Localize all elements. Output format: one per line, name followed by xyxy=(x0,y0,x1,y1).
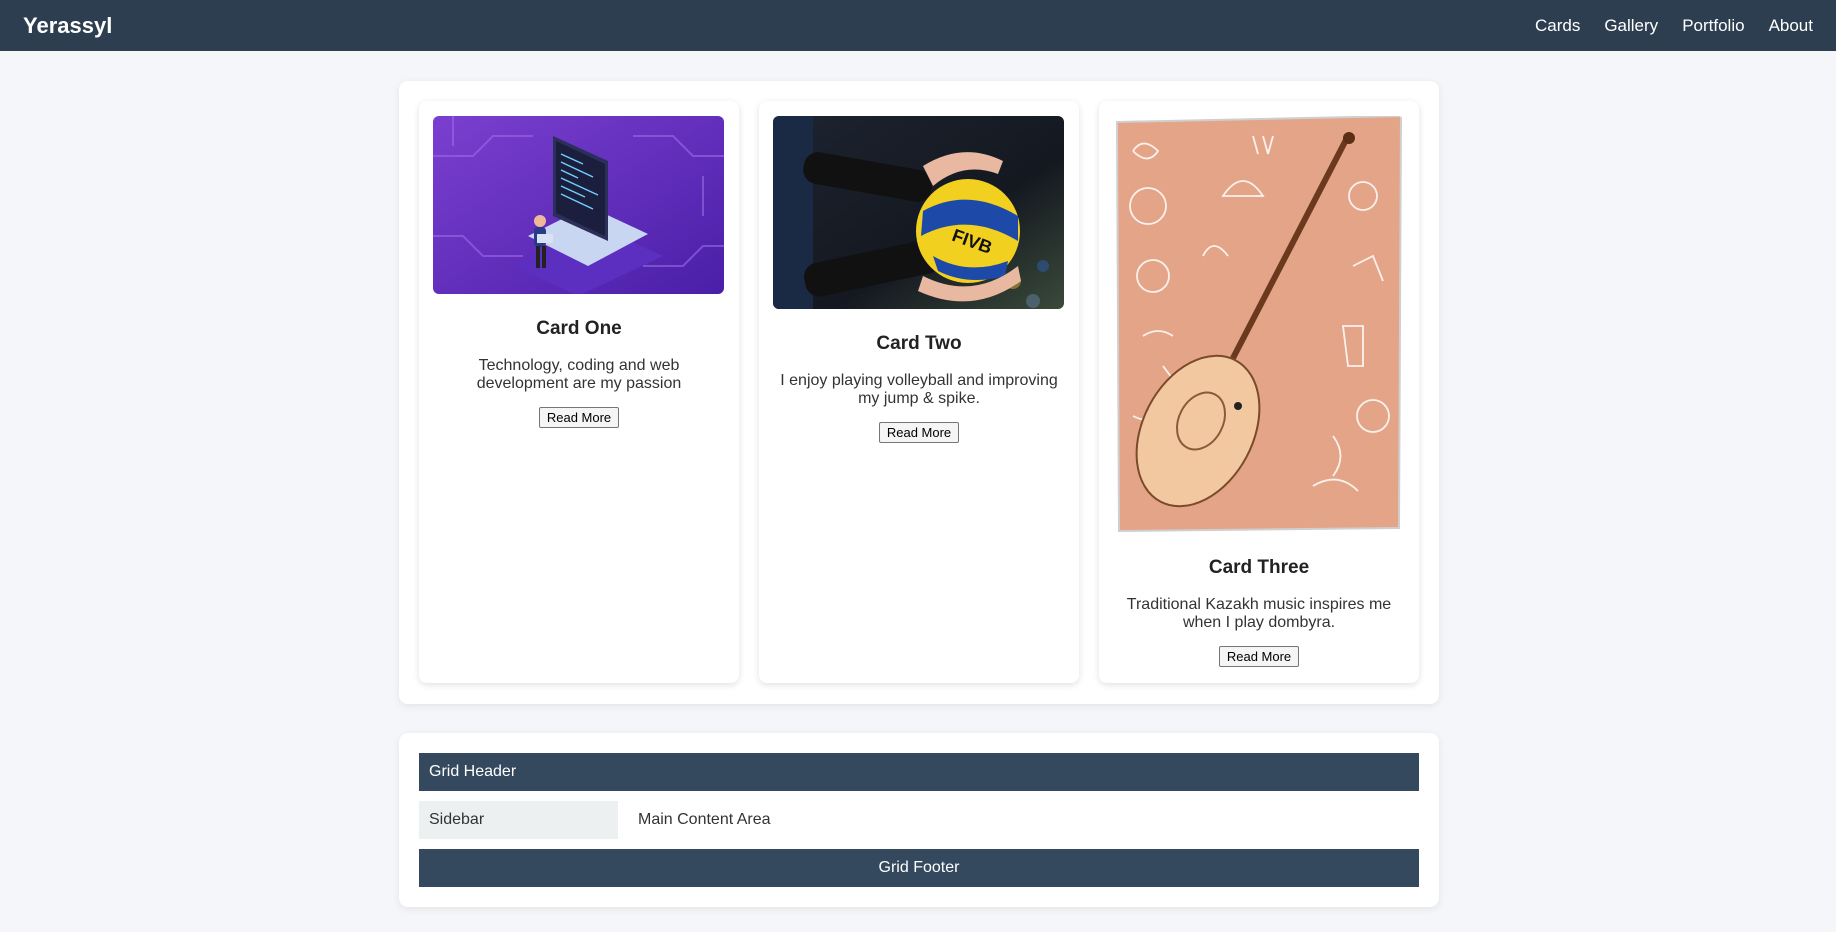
cards-section: Card One Technology, coding and web deve… xyxy=(399,81,1439,704)
card-title: Card Two xyxy=(876,333,962,354)
read-more-button[interactable]: Read More xyxy=(538,407,620,428)
nav-link-portfolio[interactable]: Portfolio xyxy=(1682,16,1744,36)
grid-section: Grid Header Sidebar Main Content Area Gr… xyxy=(399,733,1439,907)
laptop-coding-image xyxy=(433,116,724,294)
volleyball-image: FIVB xyxy=(773,116,1064,309)
grid-main-content: Main Content Area xyxy=(638,811,771,828)
nav-links: Cards Gallery Portfolio About xyxy=(1535,16,1813,36)
card-text: I enjoy playing volleyball and improving… xyxy=(780,372,1058,407)
card-two: FIVB Card Two I enjoy playing volleyball… xyxy=(759,101,1079,683)
card-text: Traditional Kazakh music inspires me whe… xyxy=(1126,596,1392,631)
nav-link-about[interactable]: About xyxy=(1769,16,1813,36)
grid-header: Grid Header xyxy=(419,753,1419,791)
card-title: Card Three xyxy=(1208,557,1310,578)
dombyra-image xyxy=(1113,116,1404,533)
brand-logo[interactable]: Yerassyl xyxy=(23,13,112,39)
read-more-button[interactable]: Read More xyxy=(878,422,960,443)
grid-footer: Grid Footer xyxy=(419,849,1419,887)
card-text: Technology, coding and web development a… xyxy=(476,357,682,392)
card-one: Card One Technology, coding and web deve… xyxy=(419,101,739,683)
card-title: Card One xyxy=(536,318,622,339)
grid-sidebar: Sidebar xyxy=(419,801,618,839)
nav-link-cards[interactable]: Cards xyxy=(1535,16,1580,36)
read-more-button[interactable]: Read More xyxy=(1218,646,1300,667)
nav-link-gallery[interactable]: Gallery xyxy=(1604,16,1658,36)
card-three: Card Three Traditional Kazakh music insp… xyxy=(1099,101,1419,683)
navbar: Yerassyl Cards Gallery Portfolio About xyxy=(0,0,1836,51)
